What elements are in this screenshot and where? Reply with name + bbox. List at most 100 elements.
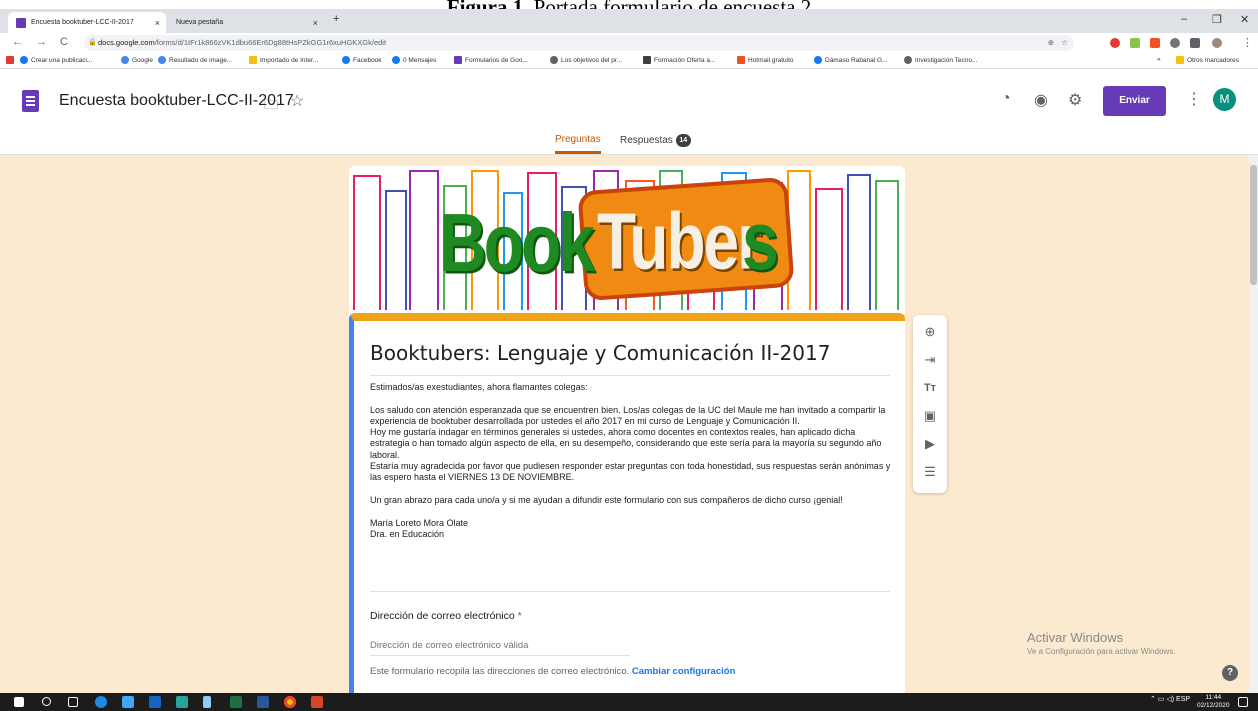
form-description[interactable]: Estimados/as exestudiantes, ahora flaman… — [370, 382, 894, 540]
forward-icon[interactable]: → — [36, 36, 47, 48]
bookmark-item[interactable]: Formularios de Goo... — [454, 56, 528, 64]
bookmark-item[interactable]: Investigación Tecno... — [904, 56, 977, 64]
image-icon[interactable]: ▣ — [921, 407, 939, 425]
profile-icon[interactable] — [1212, 38, 1222, 48]
close-window-button[interactable]: ✕ — [1240, 13, 1249, 26]
system-tray[interactable]: ⌃ ▭ ◁) ESP — [1150, 695, 1190, 703]
browser-menu-icon[interactable]: ⋮ — [1242, 36, 1253, 49]
title-icon[interactable]: Tт — [921, 379, 939, 397]
responses-count-badge: 14 — [675, 134, 691, 147]
minimize-button[interactable]: – — [1181, 13, 1187, 25]
star-icon[interactable]: ☆ — [290, 91, 304, 111]
windows-start-icon[interactable] — [14, 697, 24, 707]
excel-icon[interactable] — [230, 696, 242, 708]
apps-icon[interactable] — [6, 56, 17, 64]
more-icon[interactable]: ⋮ — [1186, 89, 1202, 109]
other-bookmarks-folder[interactable]: Otros marcadores — [1176, 56, 1239, 64]
settings-icon[interactable]: ⚙ — [1068, 90, 1082, 110]
url-path: /forms/d/1tFr1k866zVK1dbu66Er6Dg88tHsPZk… — [154, 38, 387, 47]
add-question-icon[interactable]: ⊕ — [921, 323, 939, 341]
folder-icon[interactable]: 🗀 — [264, 94, 278, 118]
palette-icon[interactable]: ◔ — [1001, 90, 1011, 108]
windows-activation-watermark: Activar Windows Ve a Configuración para … — [1027, 630, 1176, 656]
header-banner-image: Book Tuber s — [349, 166, 905, 314]
help-icon[interactable]: ? — [1222, 665, 1238, 681]
bookmark-item[interactable]: Importado de Inter... — [249, 56, 318, 64]
url-bar[interactable]: 🔒 docs.google.com/forms/d/1tFr1k866zVK1d… — [84, 35, 1074, 51]
logo-word-tubers: Tuber — [597, 196, 762, 286]
scrollbar[interactable] — [1249, 155, 1258, 693]
scrollbar-thumb[interactable] — [1250, 165, 1257, 285]
extension-icon[interactable] — [1170, 38, 1180, 48]
bookmark-item[interactable]: Dámaso Rabanal G... — [814, 56, 888, 64]
avatar[interactable]: M — [1213, 88, 1236, 111]
word-icon[interactable] — [257, 696, 269, 708]
favicon-forms-icon — [16, 17, 26, 28]
change-settings-link[interactable]: Cambiar configuración — [632, 666, 735, 677]
tab-responses[interactable]: Respuestas 14 — [620, 134, 691, 147]
tab-close-icon[interactable]: × — [313, 18, 318, 28]
powerpoint-icon[interactable] — [311, 696, 323, 708]
email-question-label: Dirección de correo electrónico * — [370, 610, 522, 622]
watermark-title: Activar Windows — [1027, 630, 1124, 645]
bookmark-item[interactable]: Hotmail gratuito — [737, 56, 794, 64]
restore-button[interactable]: ❐ — [1212, 13, 1222, 26]
extensions-puzzle-icon[interactable] — [1190, 38, 1200, 48]
watermark-subtitle: Ve a Configuración para activar Windows. — [1027, 647, 1176, 656]
import-icon[interactable]: ⇥ — [921, 351, 939, 369]
extension-adblock-icon[interactable] — [1110, 38, 1120, 48]
email-collect-note: Este formulario recopila las direcciones… — [370, 666, 736, 677]
forms-logo-icon[interactable] — [22, 90, 39, 112]
extension-icon[interactable] — [1130, 38, 1140, 48]
bookmark-star-icon[interactable]: ☆ — [1061, 35, 1068, 51]
bookmark-item[interactable]: 0 Mensajes — [392, 56, 436, 64]
address-toolbar: ← → C 🔒 docs.google.com/forms/d/1tFr1k86… — [0, 33, 1258, 53]
new-tab-button[interactable]: + — [333, 13, 339, 25]
tray-icons: ⌃ ▭ ◁) — [1150, 696, 1177, 703]
send-button[interactable]: Enviar — [1103, 86, 1166, 116]
bookmark-item[interactable]: Google — [121, 56, 153, 64]
app-icon[interactable] — [203, 696, 211, 708]
chrome-icon[interactable] — [284, 696, 296, 708]
notifications-icon[interactable] — [1238, 697, 1248, 707]
form-canvas: Book Tuber s Booktubers: Lenguaje y Comu… — [0, 155, 1249, 693]
logo-word-book: Book — [439, 195, 595, 289]
bookmark-item[interactable]: Resultado de image... — [158, 56, 232, 64]
tab-label: Nueva pestaña — [176, 19, 224, 26]
bookmark-item[interactable]: Facebook — [342, 56, 382, 64]
clock[interactable]: 11:44 02/12/2020 — [1197, 694, 1230, 710]
photos-icon[interactable] — [176, 696, 188, 708]
tab-encuesta[interactable]: Encuesta booktuber-LCC-II-2017 × — [8, 12, 166, 33]
bookmark-item[interactable]: Formación Oferta a... — [643, 56, 715, 64]
tab-nueva-pestana[interactable]: Nueva pestaña × — [168, 12, 324, 33]
section-icon[interactable]: ☰ — [921, 463, 939, 481]
back-icon[interactable]: ← — [12, 36, 23, 48]
url-host: docs.google.com — [98, 38, 155, 47]
browser-tab-strip: Encuesta booktuber-LCC-II-2017 × Nueva p… — [0, 9, 1258, 33]
reload-icon[interactable]: C — [60, 36, 68, 48]
bookmark-item[interactable]: Los objetivos del pr... — [550, 56, 622, 64]
description-underline — [370, 591, 890, 592]
required-asterisk: * — [517, 610, 522, 622]
search-icon[interactable] — [42, 697, 51, 706]
extension-icon[interactable] — [1150, 38, 1160, 48]
email-field[interactable] — [370, 636, 630, 656]
bookmarks-more-button[interactable]: » — [1157, 56, 1161, 63]
figure-caption: Figura 1. Portada formulario de encuesta… — [0, 0, 1258, 9]
edge-icon[interactable] — [95, 696, 107, 708]
tab-questions[interactable]: Preguntas — [555, 134, 601, 154]
form-title[interactable]: Encuesta booktuber-LCC-II-2017 — [59, 92, 294, 110]
task-view-icon[interactable] — [68, 697, 78, 707]
video-icon[interactable]: ▶ — [921, 435, 939, 453]
store-icon[interactable] — [122, 696, 134, 708]
zoom-icon[interactable]: ⊕ — [1048, 35, 1054, 51]
mail-icon[interactable] — [149, 696, 161, 708]
bookmark-item[interactable]: Crear una publicaci... — [20, 56, 92, 64]
floating-toolbar: ⊕ ⇥ Tт ▣ ▶ ☰ — [913, 315, 947, 493]
tab-close-icon[interactable]: × — [155, 18, 160, 28]
form-header-card[interactable]: Booktubers: Lenguaje y Comunicación II-2… — [349, 313, 905, 693]
eye-icon[interactable]: ◉ — [1034, 90, 1048, 110]
form-card-title[interactable]: Booktubers: Lenguaje y Comunicación II-2… — [370, 341, 830, 365]
lock-icon: 🔒 — [88, 39, 97, 46]
language-indicator[interactable]: ESP — [1176, 696, 1190, 703]
